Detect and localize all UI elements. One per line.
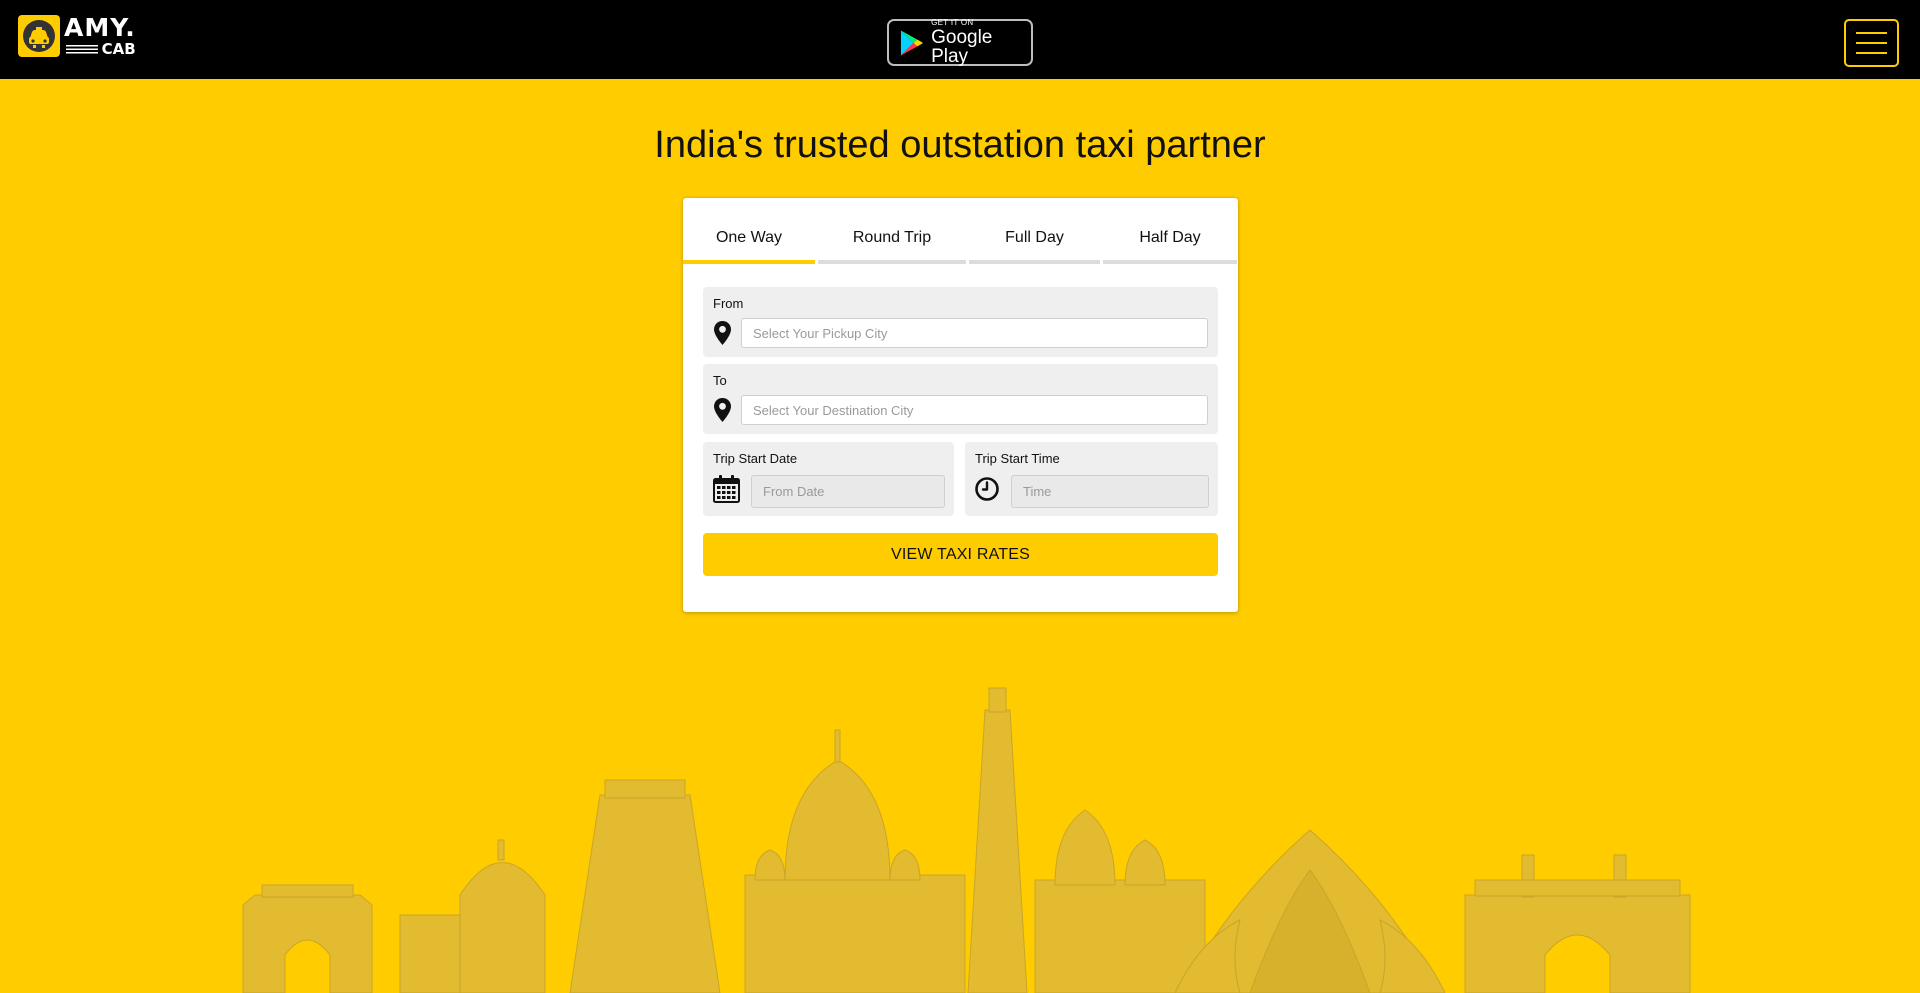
google-play-small-text: GET IT ON [931,18,974,27]
clock-icon [975,477,999,501]
google-play-icon [900,29,923,56]
location-pin-icon [714,321,731,345]
taxi-logo-icon [18,15,60,57]
hamburger-icon-line [1856,42,1887,44]
from-label: From [713,296,744,311]
to-label: To [713,373,727,388]
view-taxi-rates-button[interactable]: VIEW TAXI RATES [703,533,1218,576]
page-title: India's trusted outstation taxi partner [654,124,1266,166]
speed-lines-icon [65,44,98,55]
tab-round-trip[interactable]: Round Trip [818,224,966,264]
tab-one-way[interactable]: One Way [683,224,815,264]
to-field-group: To [703,364,1218,434]
trip-start-time-label: Trip Start Time [975,451,1060,466]
trip-start-time-input[interactable] [1011,475,1209,508]
location-pin-icon [714,398,731,422]
trip-start-date-group: Trip Start Date [703,442,954,516]
top-navbar: AMY. CAB GET IT ON Google Play [0,0,1920,79]
calendar-icon [713,475,740,503]
pickup-city-input[interactable] [741,318,1208,348]
hamburger-icon-line [1856,32,1887,34]
menu-toggle-button[interactable] [1844,19,1899,67]
brand-logo[interactable]: AMY. CAB [18,14,136,58]
google-play-badge[interactable]: GET IT ON Google Play [887,19,1033,66]
hamburger-icon-line [1856,52,1887,54]
trip-start-date-label: Trip Start Date [713,451,798,466]
from-field-group: From [703,287,1218,357]
trip-start-time-group: Trip Start Time [965,442,1218,516]
tab-half-day[interactable]: Half Day [1103,224,1237,264]
google-play-text: Google Play [931,27,993,67]
trip-type-tabs: One Way Round Trip Full Day Half Day [683,224,1238,264]
trip-start-date-input[interactable] [751,475,945,508]
logo-sub: CAB [101,40,136,58]
logo-name: AMY. [64,13,136,42]
tab-full-day[interactable]: Full Day [969,224,1100,264]
destination-city-input[interactable] [741,395,1208,425]
booking-card: One Way Round Trip Full Day Half Day Fro… [683,198,1238,612]
india-skyline-illustration [242,687,1691,993]
